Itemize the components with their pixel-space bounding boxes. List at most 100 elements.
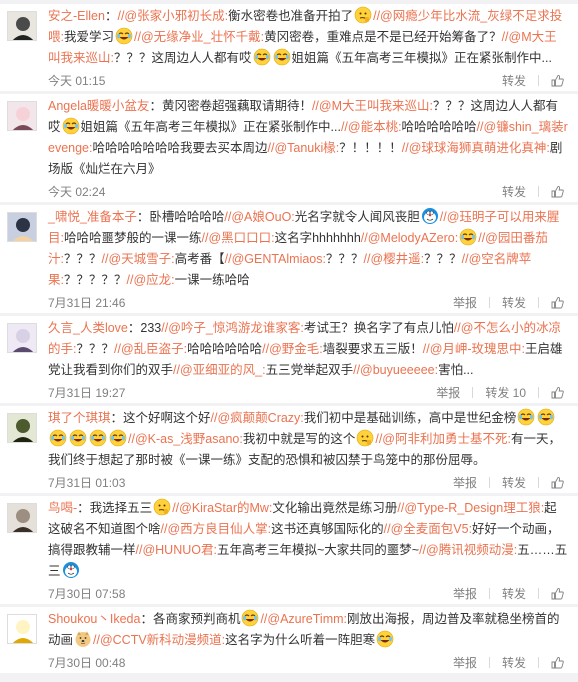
doge-emoji-icon [74,630,92,648]
like-button[interactable]: 赞 [545,296,568,309]
avatar[interactable] [7,614,37,644]
action-divider [488,476,490,488]
timestamp: 今天 01:15 [48,73,106,88]
username-link[interactable]: Angela暖暖小盆友 [48,99,149,113]
mention-link[interactable]: //@西方良目仙人掌: [161,522,272,536]
mention-link[interactable]: //@Type-R_Design理工狼: [397,501,544,515]
thumbs-up-icon [551,296,564,308]
comment-segment: 考试王？换名字了有点儿怕 [303,321,454,335]
comment-actions: 举报转发 10 赞 [430,384,568,401]
repost-button[interactable]: 转发 10 [479,384,532,401]
mention-link[interactable]: //@腾讯视频动漫: [419,543,517,557]
mention-link[interactable]: //@能本桃: [341,120,402,134]
report-button[interactable]: 举报 [447,474,483,491]
timestamp: 7月30日 00:48 [48,655,126,670]
mention-link[interactable]: //@A娘OuO: [224,210,294,224]
mention-link[interactable]: //@张家小邪初长成: [117,9,228,23]
mention-link[interactable]: //@樱井遥: [364,252,425,266]
mention-link[interactable]: //@M大王叫我来巡山: [312,99,433,113]
comment-segment: 哈哈哈噩梦般的一课一练 [63,231,202,245]
comment-item: 鸟喝-：我选择五三 //@KiraStar的Mw:文化输出竟然是练习册//@Typ… [0,496,578,605]
report-button[interactable]: 举报 [447,654,483,671]
like-button[interactable]: 赞 [545,656,568,669]
mention-link[interactable]: //@KiraStar的Mw: [172,501,272,515]
mention-link[interactable]: //@HUNUO君: [136,543,217,557]
avatar[interactable] [7,413,37,443]
timestamp: 7月31日 01:03 [48,475,126,490]
comment-segment: ： [104,9,118,23]
action-divider [488,656,490,668]
comment-segment: 文化输出竟然是练习册 [272,501,398,515]
repost-button[interactable]: 转发 [496,72,532,89]
mention-link[interactable]: //@应龙: [127,273,175,287]
avatar[interactable] [7,212,37,242]
lol-emoji-icon [376,630,394,648]
mention-link[interactable]: //@吟子_惊鸿游龙谁家客: [161,321,304,335]
repost-button[interactable]: 转发 [496,183,532,200]
mention-link[interactable]: //@球球海狮真萌进化真神: [402,141,550,155]
lol-emoji-icon [253,48,271,66]
username-link[interactable]: _啸悦_准备本子 [48,210,137,224]
lol-emoji-icon [241,609,259,627]
mention-link[interactable]: //@天城雪子: [102,252,175,266]
repost-button[interactable]: 转发 [496,474,532,491]
mention-link[interactable]: //@CCTV新科动漫频道: [93,633,225,647]
lol-emoji-icon [89,429,107,447]
avatar[interactable] [7,11,37,41]
mention-link[interactable]: //@AzureTimm: [260,612,347,626]
doraemon-emoji-icon [421,207,439,225]
like-button[interactable]: 赞 [545,476,568,489]
repost-button[interactable]: 转发 [496,585,532,602]
doraemon-emoji-icon [62,561,80,579]
timestamp: 7月31日 19:27 [48,385,126,400]
username-link[interactable]: 安之-Ellen [48,9,105,23]
mention-link[interactable]: //@乱臣盗子: [114,342,187,356]
comment-segment: ？？？ [424,252,462,266]
comment-segment: ？！！！！ [339,141,402,155]
thumbs-up-icon [551,386,564,398]
mention-link[interactable]: //@疯颠颠Crazy: [211,411,304,425]
report-button[interactable]: 举报 [430,384,466,401]
mention-link[interactable]: //@阿非利加勇士基不死: [375,432,511,446]
comment-segment: 我初中就是写的这个 [242,432,356,446]
avatar[interactable] [7,503,37,533]
like-button[interactable]: 赞 [545,386,568,399]
mention-link[interactable]: //@黑口口口: [202,231,275,245]
username-link[interactable]: 鸟喝- [48,501,77,515]
avatar[interactable] [7,323,37,353]
like-button[interactable]: 赞 [545,74,568,87]
report-button[interactable]: 举报 [447,294,483,311]
comment-segment: ？？？ [326,252,364,266]
comment-meta: 今天 02:24 转发赞 [48,180,568,202]
comment-segment: 姐姐篇《五年高考三年模拟》正在紧张制作中... [80,120,341,134]
mention-link[interactable]: //@月岬-玫瑰思中: [423,342,525,356]
action-divider [472,386,474,398]
mention-link[interactable]: //@MelodyAZero: [361,231,458,245]
mention-link[interactable]: //@GENTAlmiaos: [225,252,326,266]
comment-segment: 姐姐篇《五年高考三年模拟》正在紧张制作中... [291,51,552,65]
username-link[interactable]: Shoukou丶Ikeda [48,612,140,626]
comment-segment: 我爱学习 [63,30,114,44]
username-link[interactable]: 琪了个琪琪 [48,411,111,425]
mention-link[interactable]: //@无缘净业_壮怀千戴: [134,30,264,44]
repost-button[interactable]: 转发 [496,294,532,311]
mention-link[interactable]: //@全麦面包V5: [384,522,472,536]
comment-segment: ？？？这周边人人都有哎 [113,51,252,65]
report-button[interactable]: 举报 [447,585,483,602]
lol-emoji-icon [273,48,291,66]
mention-link[interactable]: //@Tanuki椽: [268,141,340,155]
mention-link[interactable]: //@野金毛: [262,342,323,356]
repost-button[interactable]: 转发 [496,654,532,671]
mention-link[interactable]: //@buyueeeee: [353,363,438,377]
comment-segment: 光名字就令人闻风丧胆 [294,210,420,224]
comment-segment: 害怕... [438,363,474,377]
mention-link[interactable]: //@K-as_浅野asano: [128,432,243,446]
avatar[interactable] [7,101,37,131]
mention-link[interactable]: //@亚细亚的风_: [173,363,266,377]
like-button[interactable]: 赞 [545,185,568,198]
comment-segment: 这书还真够国际化的 [271,522,384,536]
username-link[interactable]: 久言_人类love [48,321,128,335]
lol-emoji-icon [115,27,133,45]
lol-emoji-icon [537,408,555,426]
like-button[interactable]: 赞 [545,587,568,600]
